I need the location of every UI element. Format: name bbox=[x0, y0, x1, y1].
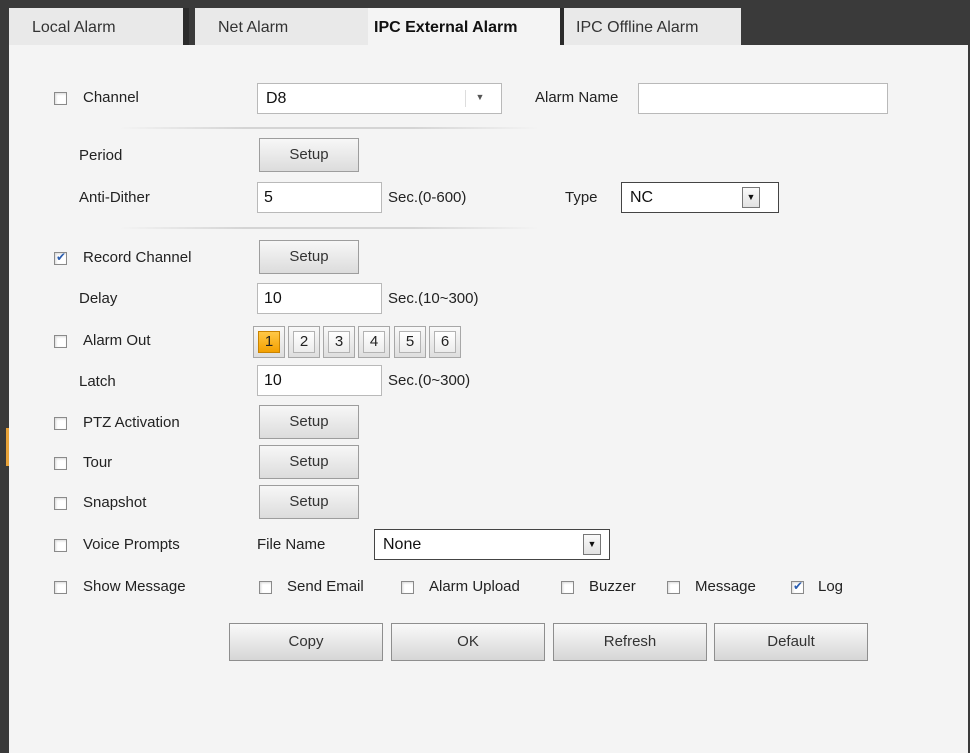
alarm-out-3-label: 3 bbox=[328, 331, 350, 353]
anti-dither-unit: Sec.(0-600) bbox=[388, 189, 467, 206]
snapshot-checkbox[interactable] bbox=[54, 497, 67, 510]
chevron-down-icon: ▼ bbox=[465, 88, 489, 109]
separator bbox=[119, 227, 539, 229]
alarm-out-4-label: 4 bbox=[363, 331, 385, 353]
tab-local-alarm[interactable]: Local Alarm bbox=[9, 8, 183, 45]
alarm-out-6-button[interactable]: 6 bbox=[429, 326, 461, 358]
type-select[interactable]: NC ▼ bbox=[621, 182, 779, 213]
alarm-out-4-button[interactable]: 4 bbox=[358, 326, 390, 358]
voice-prompts-checkbox[interactable] bbox=[54, 539, 67, 552]
anti-dither-label: Anti-Dither bbox=[79, 189, 150, 206]
tab-ipc-external-alarm[interactable]: IPC External Alarm bbox=[368, 8, 560, 45]
tour-label: Tour bbox=[83, 454, 113, 471]
settings-panel: Channel D8 ▼ Alarm Name Period Setup Ant… bbox=[9, 45, 968, 753]
ok-button[interactable]: OK bbox=[391, 623, 545, 661]
record-channel-label: Record Channel bbox=[83, 249, 192, 266]
period-setup-button[interactable]: Setup bbox=[259, 138, 359, 172]
buzzer-checkbox[interactable] bbox=[561, 581, 574, 594]
app-frame: Local Alarm Net Alarm IPC External Alarm… bbox=[0, 0, 970, 753]
tour-setup-button[interactable]: Setup bbox=[259, 445, 359, 479]
file-name-select-value: None bbox=[383, 536, 422, 553]
voice-prompts-label: Voice Prompts bbox=[83, 536, 180, 553]
snapshot-setup-button[interactable]: Setup bbox=[259, 485, 359, 519]
alarm-out-1-label: 1 bbox=[258, 331, 280, 353]
delay-label: Delay bbox=[79, 290, 118, 307]
copy-button[interactable]: Copy bbox=[229, 623, 383, 661]
record-channel-checkbox[interactable] bbox=[54, 250, 67, 265]
show-message-checkbox[interactable] bbox=[54, 581, 67, 594]
type-label: Type bbox=[565, 189, 598, 206]
alarm-name-input[interactable] bbox=[638, 83, 888, 114]
tab-divider bbox=[183, 8, 189, 45]
ptz-activation-checkbox[interactable] bbox=[54, 417, 67, 430]
channel-label: Channel bbox=[83, 89, 139, 106]
alarm-upload-label: Alarm Upload bbox=[429, 578, 520, 595]
chevron-down-icon: ▼ bbox=[583, 534, 601, 555]
latch-unit: Sec.(0~300) bbox=[388, 372, 471, 389]
send-email-label: Send Email bbox=[287, 578, 364, 595]
anti-dither-input[interactable]: 5 bbox=[257, 182, 382, 213]
ptz-activation-setup-button[interactable]: Setup bbox=[259, 405, 359, 439]
period-label: Period bbox=[79, 147, 123, 164]
alarm-out-6-label: 6 bbox=[434, 331, 456, 353]
tab-ipc-offline-alarm[interactable]: IPC Offline Alarm bbox=[564, 8, 741, 45]
channel-select[interactable]: D8 ▼ bbox=[257, 83, 502, 114]
file-name-select[interactable]: None ▼ bbox=[374, 529, 610, 560]
alarm-out-2-label: 2 bbox=[293, 331, 315, 353]
chevron-down-icon: ▼ bbox=[742, 187, 760, 208]
tour-checkbox[interactable] bbox=[54, 457, 67, 470]
ptz-activation-label: PTZ Activation bbox=[83, 414, 180, 431]
alarm-name-label: Alarm Name bbox=[535, 89, 619, 106]
separator bbox=[119, 127, 539, 129]
tab-bar: Local Alarm Net Alarm IPC External Alarm… bbox=[9, 0, 968, 45]
file-name-label: File Name bbox=[257, 536, 326, 553]
alarm-upload-checkbox[interactable] bbox=[401, 581, 414, 594]
channel-checkbox[interactable] bbox=[54, 92, 67, 105]
snapshot-label: Snapshot bbox=[83, 494, 147, 511]
alarm-out-2-button[interactable]: 2 bbox=[288, 326, 320, 358]
latch-label: Latch bbox=[79, 373, 116, 390]
send-email-checkbox[interactable] bbox=[259, 581, 272, 594]
message-label: Message bbox=[695, 578, 756, 595]
delay-input[interactable]: 10 bbox=[257, 283, 382, 314]
latch-input[interactable]: 10 bbox=[257, 365, 382, 396]
buzzer-label: Buzzer bbox=[589, 578, 636, 595]
alarm-out-label: Alarm Out bbox=[83, 332, 151, 349]
alarm-out-5-button[interactable]: 5 bbox=[394, 326, 426, 358]
alarm-out-1-button[interactable]: 1 bbox=[253, 326, 285, 358]
log-checkbox[interactable] bbox=[791, 579, 804, 594]
alarm-out-checkbox[interactable] bbox=[54, 335, 67, 348]
message-checkbox[interactable] bbox=[667, 581, 680, 594]
left-border bbox=[0, 0, 9, 753]
record-channel-setup-button[interactable]: Setup bbox=[259, 240, 359, 274]
refresh-button[interactable]: Refresh bbox=[553, 623, 707, 661]
type-select-value: NC bbox=[630, 189, 654, 206]
channel-select-value: D8 bbox=[266, 90, 287, 107]
alarm-out-3-button[interactable]: 3 bbox=[323, 326, 355, 358]
alarm-out-5-label: 5 bbox=[399, 331, 421, 353]
log-label: Log bbox=[818, 578, 844, 595]
show-message-label: Show Message bbox=[83, 578, 186, 595]
default-button[interactable]: Default bbox=[714, 623, 868, 661]
tab-net-alarm[interactable]: Net Alarm bbox=[195, 8, 368, 45]
delay-unit: Sec.(10~300) bbox=[388, 290, 479, 307]
